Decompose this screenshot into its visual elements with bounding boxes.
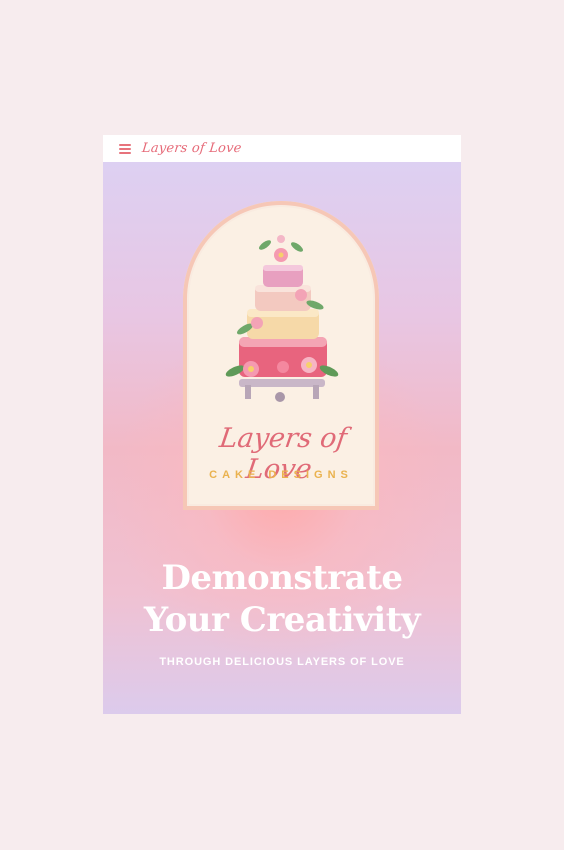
logo-arch: Layers of Love CAKE DESIGNS bbox=[183, 201, 379, 510]
hamburger-menu-icon[interactable] bbox=[119, 143, 131, 154]
mobile-site-frame: Layers of Love Layers of Love CAKE DESIG… bbox=[103, 135, 461, 714]
hero-section: Layers of Love CAKE DESIGNS Demonstrate … bbox=[103, 162, 461, 714]
hero-subtitle: THROUGH DELICIOUS LAYERS OF LOVE bbox=[159, 656, 405, 668]
hero-headline: Demonstrate Your Creativity bbox=[103, 557, 461, 641]
headline-line-1: Demonstrate bbox=[161, 558, 403, 598]
tiered-cake-illustration bbox=[225, 235, 339, 402]
headline-line-2: Your Creativity bbox=[143, 600, 421, 640]
site-brand-logo[interactable]: Layers of Love bbox=[141, 141, 242, 156]
top-navigation-bar: Layers of Love bbox=[103, 135, 461, 163]
logo-tagline: CAKE DESIGNS bbox=[209, 469, 353, 481]
